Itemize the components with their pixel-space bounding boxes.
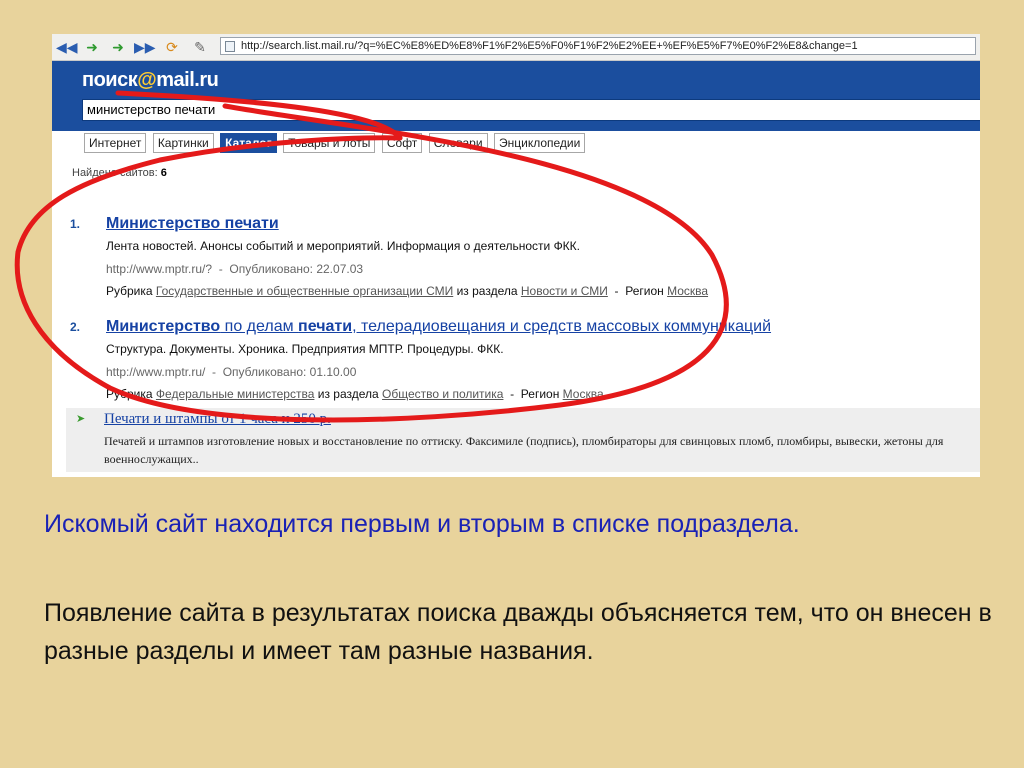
search-header: поиск@mail.ru министерство печати (52, 61, 980, 131)
tab-dictionaries[interactable]: Словари (428, 133, 488, 153)
reload-icon[interactable]: ⟳ (162, 38, 182, 56)
rubric-label: Рубрика (106, 387, 153, 401)
back-arrow-icon[interactable]: ➜ (82, 38, 102, 56)
result-number: 2. (70, 320, 81, 334)
browser-screenshot: ◀◀ ➜ ➜ ▶▶ ⟳ ✎ http://search.list.mail.ru… (52, 34, 980, 477)
rubric-link[interactable]: Государственные и общественные организац… (156, 284, 453, 298)
result-published: Опубликовано: 22.07.03 (229, 262, 364, 276)
search-input[interactable]: министерство печати (82, 99, 980, 121)
result-url: http://www.mptr.ru/ (106, 365, 206, 379)
result-url-line: http://www.mptr.ru/ - Опубликовано: 01.1… (106, 365, 357, 379)
section-link[interactable]: Новости и СМИ (521, 284, 608, 298)
tab-internet[interactable]: Интернет (84, 133, 147, 153)
found-count: Найдено сайтов: 6 (72, 167, 167, 179)
ad-text: Печатей и штампов изготовление новых и в… (104, 434, 944, 466)
title-part: по делам (220, 318, 299, 335)
address-bar[interactable]: http://search.list.mail.ru/?q=%EC%E8%ED%… (220, 37, 976, 55)
result-url-line: http://www.mptr.ru/? - Опубликовано: 22.… (106, 262, 364, 276)
region-label: Регион (625, 284, 664, 298)
search-tabs: Интернет Картинки Каталог Товары и лоты … (84, 133, 587, 153)
tab-encyclopedias[interactable]: Энциклопедии (494, 133, 586, 153)
fast-forward-icon[interactable]: ▶▶ (134, 38, 156, 56)
section-link[interactable]: Общество и политика (382, 387, 503, 401)
result-published: Опубликовано: 01.10.00 (222, 365, 357, 379)
result-description: Структура. Документы. Хроника. Предприят… (106, 342, 504, 356)
result-url: http://www.mptr.ru/? (106, 262, 213, 276)
ad-title-link[interactable]: Печати и штампы от 1 часа и 250 р. (104, 411, 331, 428)
caption-primary: Искомый сайт находится первым и вторым в… (44, 510, 800, 538)
logo-text-mail: mail.ru (156, 69, 219, 91)
pen-icon[interactable]: ✎ (190, 38, 210, 56)
region-label: Регион (520, 387, 560, 401)
rewind-icon[interactable]: ◀◀ (56, 38, 78, 56)
found-label: Найдено сайтов: (72, 167, 158, 179)
tab-images[interactable]: Картинки (152, 133, 214, 153)
tab-catalog[interactable]: Каталог (220, 133, 277, 153)
forward-arrow-icon[interactable]: ➜ (108, 38, 128, 56)
result-rubric-line: Рубрика Федеральные министерства из разд… (106, 387, 604, 401)
region-link[interactable]: Москва (667, 284, 708, 298)
tab-soft[interactable]: Софт (381, 133, 423, 153)
ad-block: ➤ Печати и штампы от 1 часа и 250 р. Печ… (66, 408, 980, 472)
tab-goods[interactable]: Товары и лоты (283, 133, 376, 153)
result-rubric-line: Рубрика Государственные и общественные о… (106, 284, 709, 298)
logo-at: @ (137, 69, 157, 91)
title-part: , телерадиовещания и средств массовых ко… (352, 318, 772, 335)
logo-text-search: поиск (82, 69, 138, 91)
result-description: Лента новостей. Анонсы событий и меропри… (106, 239, 580, 253)
result-title-link[interactable]: Министерство по делам печати, телерадиов… (106, 318, 771, 336)
result-number: 1. (70, 217, 81, 231)
rubric-link[interactable]: Федеральные министерства (156, 387, 314, 401)
title-part: печати (298, 318, 353, 335)
rubric-label: Рубрика (106, 284, 153, 298)
browser-toolbar: ◀◀ ➜ ➜ ▶▶ ⟳ ✎ http://search.list.mail.ru… (52, 34, 980, 61)
section-label: из раздела (317, 387, 379, 401)
caption-secondary: Появление сайта в результатах поиска два… (44, 599, 992, 665)
page-icon (225, 41, 235, 52)
section-label: из раздела (456, 284, 518, 298)
address-text: http://search.list.mail.ru/?q=%EC%E8%ED%… (241, 40, 858, 52)
result-title-link[interactable]: Министерство печати (106, 215, 279, 233)
title-part: Министерство (106, 318, 221, 335)
found-number: 6 (160, 167, 167, 179)
leaf-icon: ➤ (76, 413, 86, 425)
mail-ru-logo[interactable]: поиск@mail.ru (82, 69, 219, 92)
region-link[interactable]: Москва (563, 387, 604, 401)
